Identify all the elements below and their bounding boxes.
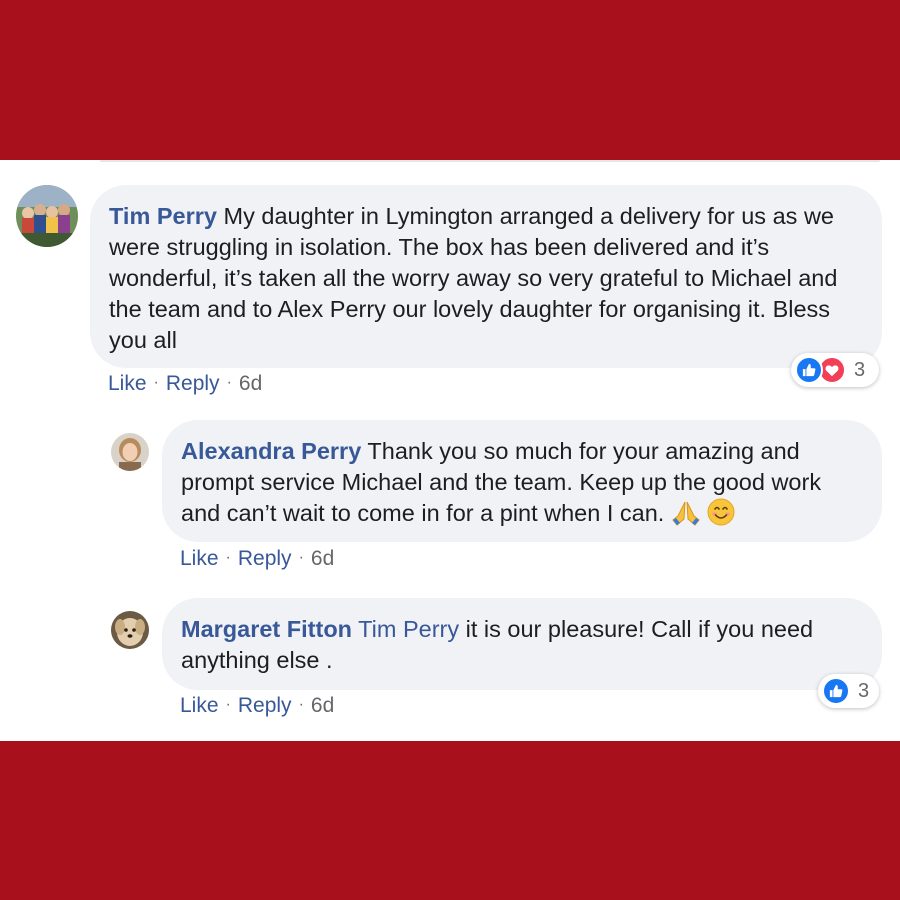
- like-icon: [795, 356, 823, 384]
- reaction-summary[interactable]: 3: [791, 353, 879, 387]
- comment-bubble-alexandra-perry: Alexandra Perry Thank you so much for yo…: [162, 420, 882, 542]
- reaction-count: 3: [854, 358, 866, 381]
- avatar-margaret-fitton[interactable]: [111, 611, 149, 649]
- separator-dot: ·: [226, 374, 232, 391]
- avatar-alexandra-perry[interactable]: [111, 433, 149, 471]
- comment-actions: Like · Reply · 6d: [108, 372, 262, 396]
- comment-author[interactable]: Alexandra Perry: [181, 438, 361, 464]
- folded-hands-emoji: [671, 500, 701, 534]
- separator-dot: ·: [225, 549, 231, 566]
- reply-link[interactable]: Reply: [238, 547, 292, 570]
- bottom-red-band: [0, 741, 900, 900]
- timestamp[interactable]: 6d: [311, 694, 334, 717]
- comment-bubble-margaret-fitton: Margaret Fitton Tim Perry it is our plea…: [162, 598, 882, 690]
- comment-text: My daughter in Lymington arranged a deli…: [109, 203, 838, 353]
- separator-dot: ·: [298, 696, 304, 713]
- separator-dot: ·: [153, 374, 159, 391]
- dog-photo-icon: [111, 611, 149, 649]
- comment-actions: Like · Reply · 6d: [180, 547, 334, 571]
- smiling-face-emoji: [707, 498, 735, 534]
- previous-comment-edge: [100, 160, 880, 162]
- comment-author[interactable]: Tim Perry: [109, 203, 217, 229]
- comment-actions: Like · Reply · 6d: [180, 694, 334, 718]
- comment-author[interactable]: Margaret Fitton: [181, 616, 352, 642]
- group-photo-icon: [16, 185, 78, 247]
- reaction-summary[interactable]: 3: [818, 674, 879, 708]
- avatar-tim-perry[interactable]: [16, 185, 78, 247]
- comment-bubble-tim-perry: Tim Perry My daughter in Lymington arran…: [90, 185, 882, 368]
- separator-dot: ·: [298, 549, 304, 566]
- person-photo-icon: [111, 433, 149, 471]
- like-link[interactable]: Like: [180, 694, 219, 717]
- separator-dot: ·: [225, 696, 231, 713]
- timestamp[interactable]: 6d: [311, 547, 334, 570]
- like-icon: [822, 677, 850, 705]
- reply-link[interactable]: Reply: [166, 372, 220, 395]
- mention-link[interactable]: Tim Perry: [358, 616, 459, 642]
- top-red-band: [0, 0, 900, 160]
- reply-link[interactable]: Reply: [238, 694, 292, 717]
- like-link[interactable]: Like: [108, 372, 147, 395]
- like-link[interactable]: Like: [180, 547, 219, 570]
- timestamp[interactable]: 6d: [239, 372, 262, 395]
- reaction-count: 3: [858, 679, 870, 702]
